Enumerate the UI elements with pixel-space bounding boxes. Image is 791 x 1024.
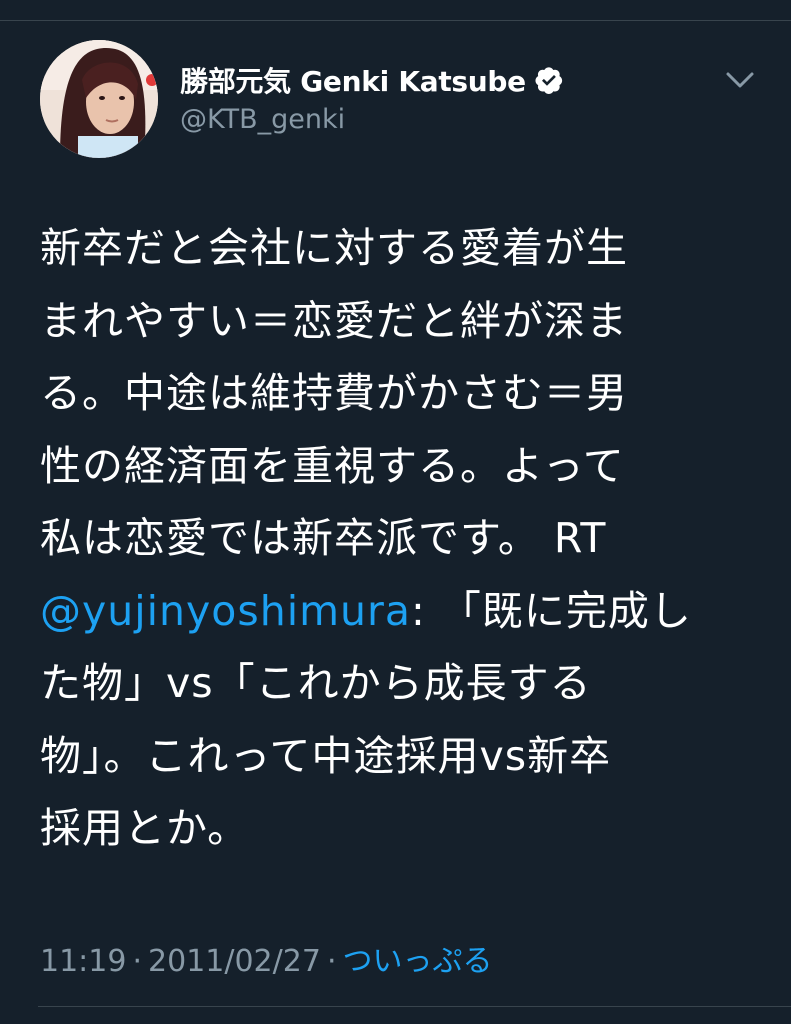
tweet-text-line: 性の経済面を重視する。よって bbox=[40, 441, 625, 490]
tweet-text-line: 新卒だと会社に対する愛着が生 bbox=[40, 224, 628, 272]
tweet-text-line-mention: @yujinyoshimura: 「既に完成し bbox=[40, 575, 730, 648]
tweet-text-line: 採用とか。 bbox=[40, 804, 250, 852]
tweet-text: 新卒だと会社に対する愛着が生 まれやすい＝恋愛だと絆が深ま る。中途は維持費がか… bbox=[40, 212, 730, 865]
bottom-divider bbox=[38, 1006, 791, 1007]
author-display-name[interactable]: 勝部元気 Genki Katsube bbox=[180, 60, 526, 100]
avatar[interactable] bbox=[40, 40, 158, 158]
tweet-text-line: た物」vs「これから成長する bbox=[40, 659, 592, 707]
tweet-text-line: まれやすい＝恋愛だと絆が深ま bbox=[40, 296, 628, 345]
tweet-metadata: 11:19 · 2011/02/27 · ついっぷる bbox=[40, 936, 492, 980]
tweet-time[interactable]: 11:19 bbox=[40, 944, 126, 979]
verified-badge-icon bbox=[534, 65, 564, 95]
tweet-text-line: る。中途は維持費がかさむ＝男 bbox=[40, 369, 628, 417]
tweet-date[interactable]: 2011/02/27 bbox=[148, 944, 321, 979]
chevron-down-icon[interactable] bbox=[722, 66, 758, 94]
tweet-text-line: 物」。これって中途採用vs新卒 bbox=[40, 731, 612, 780]
tweet-text-line: 私は恋愛では新卒派です。 RT bbox=[40, 514, 607, 562]
profile-photo-icon bbox=[40, 40, 158, 158]
tweet-source-link[interactable]: ついっぷる bbox=[342, 944, 492, 979]
mention-link[interactable]: @yujinyoshimura bbox=[40, 587, 411, 635]
author-handle[interactable]: @KTB_genki bbox=[180, 104, 345, 135]
meta-separator: · bbox=[326, 944, 337, 979]
meta-separator: · bbox=[132, 944, 143, 979]
mention-suffix: : 「既に完成し bbox=[411, 586, 692, 635]
top-divider bbox=[0, 20, 791, 21]
author-name-row[interactable]: 勝部元気 Genki Katsube bbox=[180, 60, 564, 100]
